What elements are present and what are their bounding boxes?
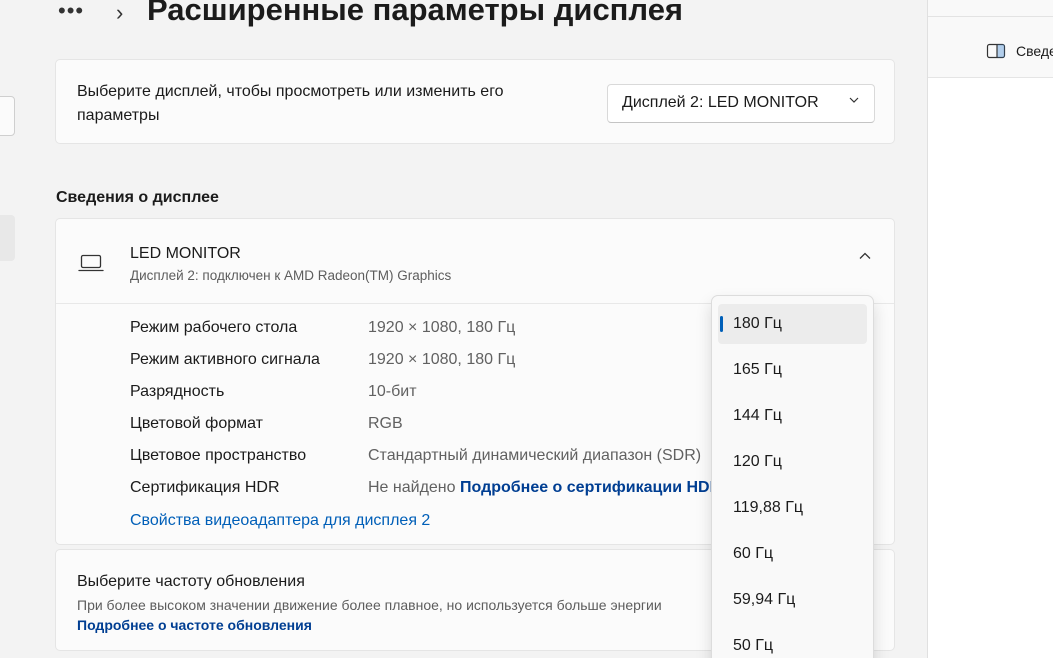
info-key: Цветовое пространство [130,447,307,464]
option-label: 144 Гц [733,407,782,424]
refresh-rate-title: Выберите частоту обновления [77,573,305,590]
display-dropdown-value: Дисплей 2: LED MONITOR [622,94,819,111]
option-label: 60 Гц [733,545,774,562]
refresh-rate-description-text: При более высоком значении движение боле… [77,597,662,613]
section-heading-display-info: Сведения о дисплее [56,189,219,206]
display-dropdown[interactable]: Дисплей 2: LED MONITOR [607,84,875,123]
info-key: Режим рабочего стола [130,319,298,336]
option-label: 165 Гц [733,361,782,378]
page-title: Расширенные параметры дисплея [147,0,684,27]
chevron-down-icon [848,93,860,109]
refresh-option-50[interactable]: 50 Гц [718,626,867,658]
info-key: Разрядность [130,383,225,400]
monitor-name: LED MONITOR [130,245,241,262]
more-icon[interactable]: ••• [58,0,84,24]
info-key: Режим активного сигнала [130,351,320,368]
option-label: 50 Гц [733,637,774,654]
display-info-header[interactable]: LED MONITOR Дисплей 2: подключен к AMD R… [56,219,894,304]
details-pane-icon [986,43,1006,59]
info-value: Не найдено Подробнее о сертификации HDR [368,479,721,497]
info-value: 1920 × 1080, 180 Гц [368,319,516,336]
info-value: Стандартный динамический диапазон (SDR) [368,447,702,464]
right-pane: Сведе [927,0,1053,658]
info-value: RGB [368,415,403,432]
chevron-up-icon[interactable] [858,249,872,268]
divider [928,16,1053,17]
adapter-properties-link[interactable]: Свойства видеоадаптера для дисплея 2 [130,512,430,530]
refresh-option-119-88[interactable]: 119,88 Гц [718,488,867,528]
info-key: Цветовой формат [130,415,264,432]
display-select-card: Выберите дисплей, чтобы просмотреть или … [55,59,895,144]
option-label: 180 Гц [733,315,782,332]
option-label: 120 Гц [733,453,782,470]
laptop-icon [78,253,104,273]
refresh-option-144[interactable]: 144 Гц [718,396,867,436]
refresh-option-59-94[interactable]: 59,94 Гц [718,580,867,620]
info-key: Сертификация HDR [130,479,280,496]
info-value: 1920 × 1080, 180 Гц [368,351,516,368]
refresh-option-165[interactable]: 165 Гц [718,350,867,390]
option-label: 59,94 Гц [733,591,796,608]
right-pane-toolbar: Сведе [928,0,1053,78]
option-label: 119,88 Гц [733,499,804,516]
breadcrumb-chevron-icon: › [116,0,124,25]
info-value: 10-бит [368,383,417,400]
monitor-subtitle: Дисплей 2: подключен к AMD Radeon(TM) Gr… [130,268,452,283]
refresh-rate-description: При более высоком значении движение боле… [77,595,697,635]
left-nav-selected-edge[interactable] [0,215,15,261]
refresh-option-120[interactable]: 120 Гц [718,442,867,482]
refresh-option-60[interactable]: 60 Гц [718,534,867,574]
left-nav-edge [0,0,16,658]
left-nav-search-edge[interactable] [0,96,15,136]
refresh-rate-dropdown: 180 Гц 165 Гц 144 Гц 120 Гц 119,88 Гц 60… [711,295,874,658]
refresh-option-180[interactable]: 180 Гц [718,304,867,344]
hdr-certification-link[interactable]: Подробнее о сертификации HDR [460,479,721,496]
details-pane-button[interactable]: Сведе [1016,43,1053,59]
refresh-rate-learn-more-link[interactable]: Подробнее о частоте обновления [77,617,312,633]
display-select-label: Выберите дисплей, чтобы просмотреть или … [77,83,504,124]
hdr-status: Не найдено [368,479,456,496]
